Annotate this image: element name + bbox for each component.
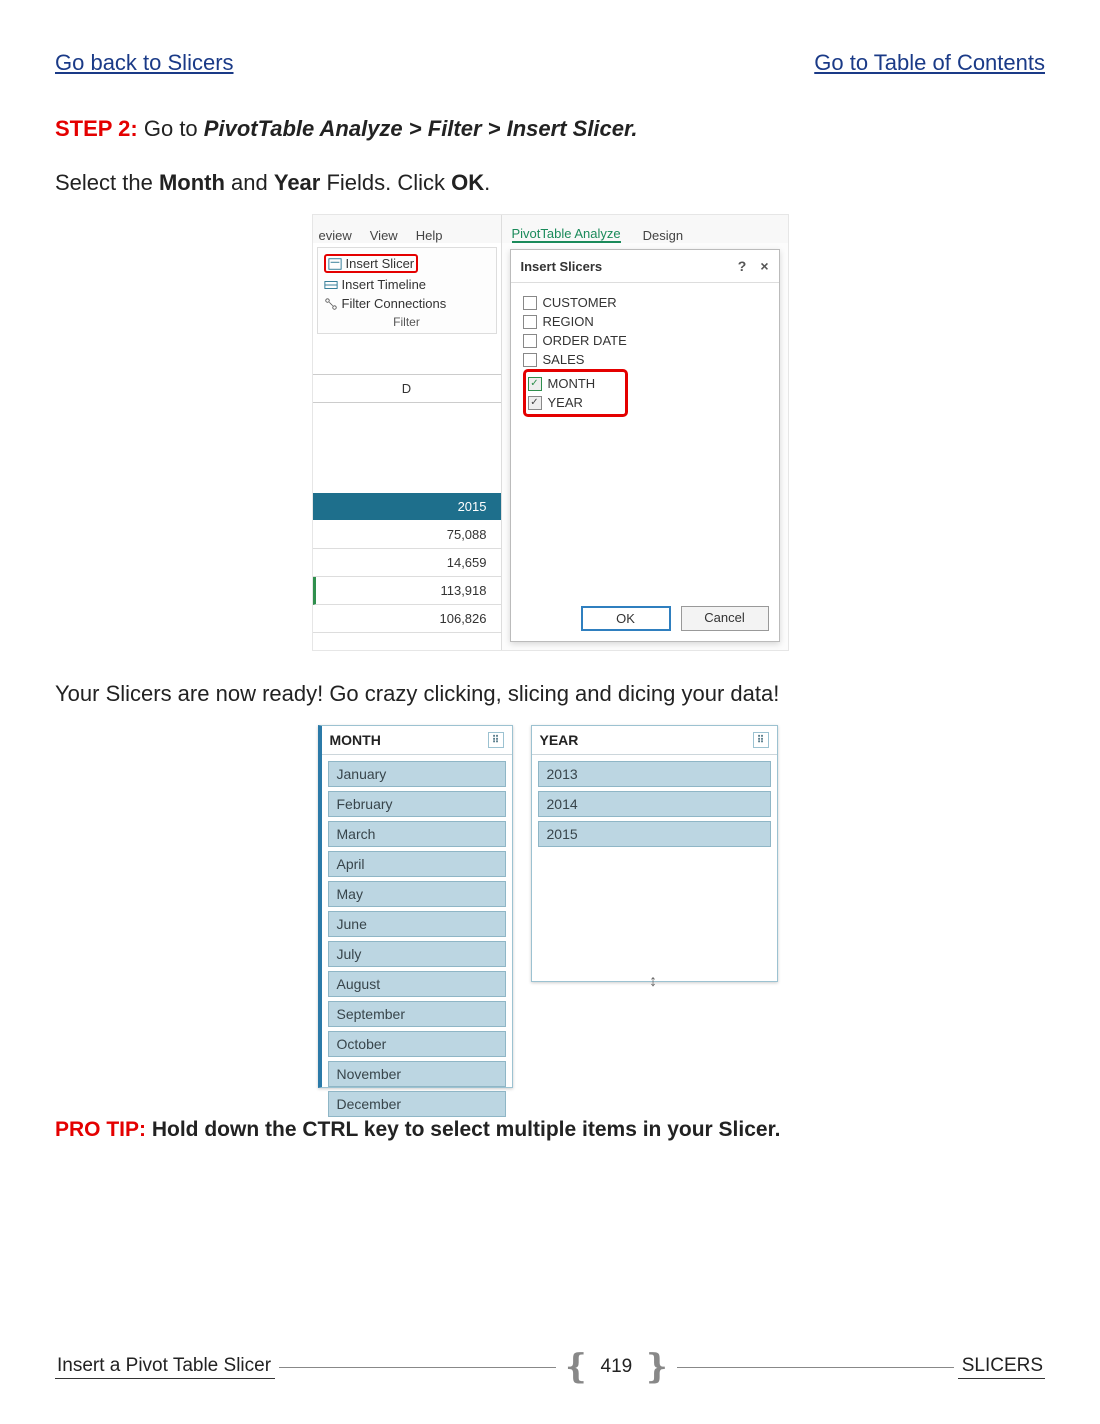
slicer-item[interactable]: April [328,851,506,877]
slicer-item[interactable]: 2015 [538,821,771,847]
ribbon-tab[interactable]: View [370,228,398,243]
slicer-item[interactable]: October [328,1031,506,1057]
filter-group-label: Filter [322,315,492,329]
slicer-item[interactable]: June [328,911,506,937]
footer-section: SLICERS [958,1355,1045,1379]
slicer-item[interactable]: January [328,761,506,787]
step-label: STEP 2: [55,116,138,141]
resize-cursor-icon: ↕ [649,973,657,991]
slicer-icon [328,257,342,271]
slicer-title: MONTH [330,732,381,748]
slicer-item[interactable]: March [328,821,506,847]
insert-slicer-screenshot: eview View Help Insert Slicer Insert Tim… [312,214,789,651]
multiselect-icon[interactable]: ⠿ [753,732,769,748]
slicers-screenshot: MONTH ⠿ January February March April May… [318,725,783,1088]
cancel-button[interactable]: Cancel [681,606,769,631]
brace-left-icon: ❴ [560,1357,593,1377]
data-cell: 113,918 [313,577,501,605]
brace-right-icon: ❵ [640,1357,673,1377]
field-checkbox[interactable]: ORDER DATE [523,331,767,350]
data-cell: 14,659 [313,549,501,577]
multiselect-icon[interactable]: ⠿ [488,732,504,748]
field-checkbox[interactable]: CUSTOMER [523,293,767,312]
select-fields-line: Select the Month and Year Fields. Click … [55,170,1045,196]
nav-toc-link[interactable]: Go to Table of Contents [814,50,1045,76]
ribbon-tab-design[interactable]: Design [643,228,683,243]
field-checkbox-month[interactable]: ✓MONTH [528,374,596,393]
ready-line: Your Slicers are now ready! Go crazy cli… [55,681,1045,707]
insert-timeline-button[interactable]: Insert Timeline [322,275,492,294]
step-line: STEP 2: Go to PivotTable Analyze > Filte… [55,116,1045,142]
nav-back-link[interactable]: Go back to Slicers [55,50,234,76]
insert-slicer-button[interactable]: Insert Slicer [322,252,492,275]
slicer-item[interactable]: 2013 [538,761,771,787]
connections-icon [324,297,338,311]
field-checkbox[interactable]: SALES [523,350,767,369]
dialog-title: Insert Slicers [521,259,603,274]
month-slicer[interactable]: MONTH ⠿ January February March April May… [318,725,513,1088]
ok-button[interactable]: OK [581,606,671,631]
slicer-title: YEAR [540,732,579,748]
filter-group: Insert Slicer Insert Timeline Filter Con… [317,247,497,334]
filter-connections-button[interactable]: Filter Connections [322,294,492,313]
field-checkbox[interactable]: REGION [523,312,767,331]
slicer-item[interactable]: July [328,941,506,967]
timeline-icon [324,278,338,292]
year-header-cell: 2015 [313,493,501,521]
ribbon-tab[interactable]: Help [416,228,443,243]
page-number: 419 [593,1356,641,1378]
slicer-item[interactable]: December [328,1091,506,1117]
page-footer: Insert a Pivot Table Slicer ❴ 419 ❵ SLIC… [55,1355,1045,1379]
pro-tip-label: PRO TIP: [55,1118,146,1141]
help-icon[interactable]: ? [738,258,747,274]
slicer-item[interactable]: 2014 [538,791,771,817]
slicer-item[interactable]: August [328,971,506,997]
insert-slicers-dialog: Insert Slicers ? × CUSTOMER REGION ORDER… [510,249,780,642]
close-icon[interactable]: × [760,258,768,274]
highlighted-checks: ✓MONTH ✓YEAR [523,369,629,417]
slicer-item[interactable]: November [328,1061,506,1087]
slicer-item[interactable]: May [328,881,506,907]
ribbon-tab-analyze[interactable]: PivotTable Analyze [512,226,621,243]
data-cell: 106,826 [313,605,501,633]
pro-tip: PRO TIP: Hold down the CTRL key to selec… [55,1118,1045,1142]
year-slicer[interactable]: YEAR ⠿ 2013 2014 2015 ↕ [531,725,778,982]
ribbon-tab[interactable]: eview [319,228,352,243]
data-cell: 75,088 [313,521,501,549]
field-checkbox-year[interactable]: ✓YEAR [528,393,596,412]
slicer-item[interactable]: February [328,791,506,817]
slicer-item[interactable]: September [328,1001,506,1027]
column-header: D [313,374,501,403]
footer-title: Insert a Pivot Table Slicer [55,1355,275,1379]
